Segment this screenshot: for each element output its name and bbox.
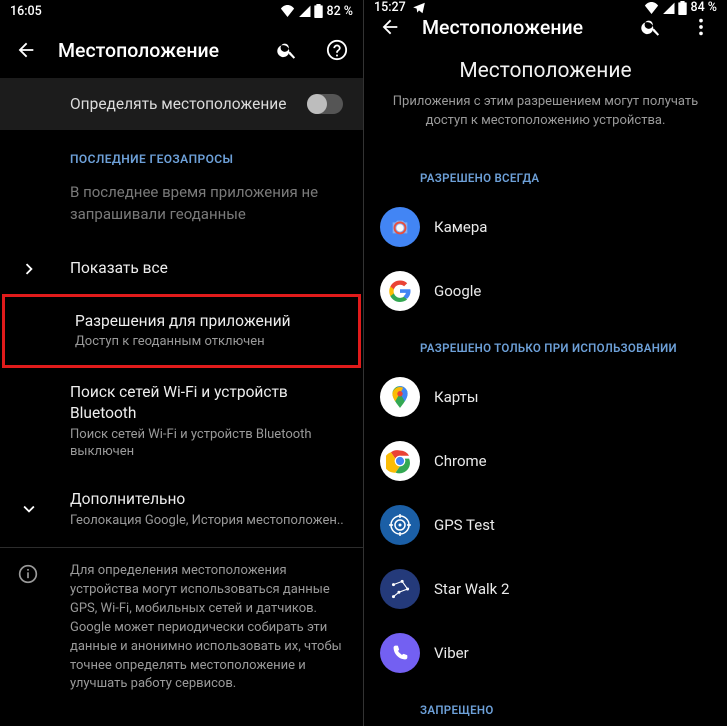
show-all-item[interactable]: Показать все [0,244,363,294]
starwalk-app-icon [380,569,420,609]
info-footer: Для определения местоположения устройств… [0,548,363,708]
advanced-title: Дополнительно [70,489,347,510]
battery-icon [678,1,687,15]
location-toggle-switch[interactable] [307,94,343,114]
app-row-viber[interactable]: Viber [364,621,727,685]
maps-app-icon [380,377,420,417]
search-icon [276,39,298,61]
app-row-camera[interactable]: Камера [364,195,727,259]
status-bar: 15:27 84 % [364,0,727,15]
signal-icon [298,5,311,17]
permission-heading: Местоположение [364,39,727,93]
back-button[interactable] [378,15,402,39]
signal-icon [662,2,675,14]
app-row-starwalk[interactable]: Star Walk 2 [364,557,727,621]
chrome-app-icon [380,441,420,481]
status-bar: 16:05 82 % [0,0,363,22]
app-label: Star Walk 2 [434,580,509,598]
status-battery-pct: 84 % [690,0,717,15]
search-button[interactable] [275,38,299,62]
screen-location-settings: 16:05 82 % Местоположение Определять мес… [0,0,363,726]
arrow-back-icon [379,16,401,38]
app-label: Viber [434,644,469,662]
location-toggle-row[interactable]: Определять местоположение [0,78,363,130]
status-time: 15:27 [374,0,406,15]
search-button[interactable] [639,15,663,39]
recent-requests-empty: В последнее время приложения не запрашив… [0,176,363,244]
page-title: Местоположение [422,16,619,39]
app-label: Камера [434,218,487,236]
back-button[interactable] [14,38,38,62]
app-permissions-title: Разрешения для приложений [75,311,342,332]
viber-app-icon [380,633,420,673]
status-right: 84 % [644,0,717,15]
info-text: Для определения местоположения устройств… [70,562,345,694]
chevron-right-icon [18,258,40,280]
chevron-down-icon [18,498,40,520]
show-all-label: Показать все [70,258,347,279]
wifi-bt-scan-sub: Поиск сетей Wi-Fi и устройств Bluetooth … [70,426,347,461]
app-row-gpstest[interactable]: GPS Test [364,493,727,557]
help-button[interactable] [325,38,349,62]
screen-location-permission: 15:27 84 % Местоположение Местоположение… [364,0,727,726]
search-icon [640,16,662,38]
app-row-chrome[interactable]: Chrome [364,429,727,493]
more-vert-icon [690,16,712,38]
wifi-icon [644,2,659,14]
section-allowed-always: РАЗРЕШЕНО ВСЕГДА [364,153,727,195]
app-permissions-item[interactable]: Разрешения для приложений Доступ к геода… [5,297,358,365]
app-label: GPS Test [434,516,495,534]
wifi-bt-scan-title: Поиск сетей Wi-Fi и устройств Bluetooth [70,382,347,424]
status-battery-pct: 82 % [326,4,353,19]
app-bar: Местоположение [0,22,363,78]
wifi-bt-scan-item[interactable]: Поиск сетей Wi-Fi и устройств Bluetooth … [0,368,363,475]
section-allowed-inuse: РАЗРЕШЕНО ТОЛЬКО ПРИ ИСПОЛЬЗОВАНИИ [364,323,727,365]
info-icon [18,564,38,584]
app-row-google[interactable]: Google [364,259,727,323]
app-label: Google [434,282,481,300]
permission-description: Приложения с этим разрешением могут полу… [364,93,727,149]
location-toggle-label: Определять местоположение [70,95,286,113]
gpstest-app-icon [380,505,420,545]
camera-app-icon [380,207,420,247]
status-time: 16:05 [10,4,42,19]
telegram-icon [412,1,426,15]
app-label: Chrome [434,452,487,470]
highlight-annotation: Разрешения для приложений Доступ к геода… [2,294,361,368]
overflow-button[interactable] [689,15,713,39]
app-row-maps[interactable]: Карты [364,365,727,429]
advanced-item[interactable]: Дополнительно Геолокация Google, История… [0,475,363,543]
section-recent-requests: ПОСЛЕДНИЕ ГЕОЗАПРОСЫ [0,130,363,176]
advanced-sub: Геолокация Google, История местоположен.… [70,512,347,530]
app-permissions-sub: Доступ к геоданным отключен [75,333,342,351]
status-right: 82 % [280,4,353,19]
help-icon [326,39,348,61]
google-app-icon [380,271,420,311]
app-label: Карты [434,388,479,406]
battery-icon [314,4,323,18]
page-title: Местоположение [58,39,255,62]
app-bar: Местоположение [364,15,727,39]
wifi-icon [280,5,295,17]
arrow-back-icon [15,39,37,61]
section-denied: ЗАПРЕЩЕНО [364,685,727,726]
